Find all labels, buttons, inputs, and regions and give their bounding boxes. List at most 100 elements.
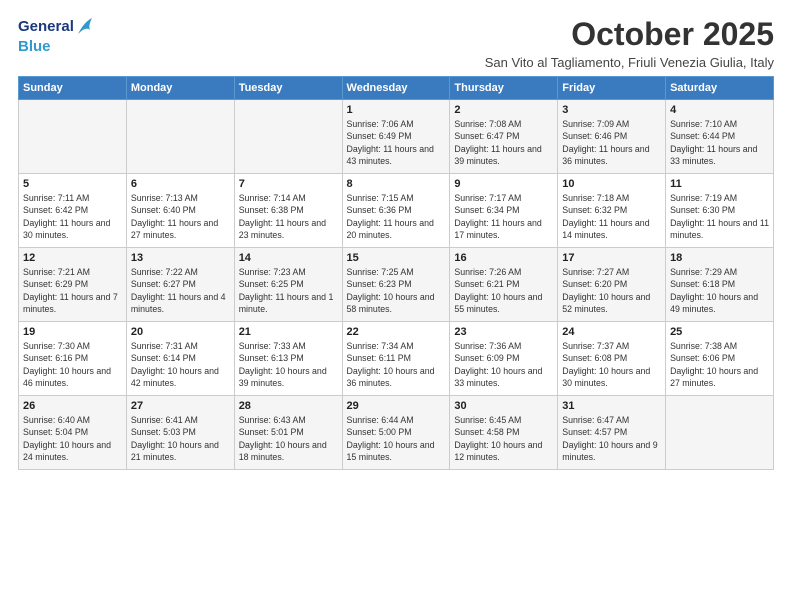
table-row: 9 Sunrise: 7:17 AMSunset: 6:34 PMDaylight… (450, 174, 558, 248)
day-info: Sunrise: 7:31 AMSunset: 6:14 PMDaylight:… (131, 340, 230, 389)
day-number: 25 (670, 326, 769, 338)
title-block: October 2025 San Vito al Tagliamento, Fr… (485, 16, 774, 70)
day-info: Sunrise: 7:06 AMSunset: 6:49 PMDaylight:… (347, 118, 446, 167)
day-number: 23 (454, 326, 553, 338)
day-info: Sunrise: 6:45 AMSunset: 4:58 PMDaylight:… (454, 414, 553, 463)
header-friday: Friday (558, 77, 666, 100)
table-row: 13Sunrise: 7:22 AMSunset: 6:27 PMDayligh… (126, 248, 234, 322)
table-row: 20Sunrise: 7:31 AMSunset: 6:14 PMDayligh… (126, 322, 234, 396)
logo-line2: Blue (18, 38, 94, 56)
table-row (126, 100, 234, 174)
header-wednesday: Wednesday (342, 77, 450, 100)
day-number: 17 (562, 252, 661, 264)
day-number: 11 (670, 178, 769, 190)
table-row: 8 Sunrise: 7:15 AMSunset: 6:36 PMDaylight… (342, 174, 450, 248)
header-monday: Monday (126, 77, 234, 100)
table-row: 15 Sunrise: 7:25 AMSunset: 6:23 PMDayligh… (342, 248, 450, 322)
day-number: 15 (347, 252, 446, 264)
day-number: 27 (131, 400, 230, 412)
day-info: Sunrise: 7:21 AMSunset: 6:29 PMDaylight:… (23, 266, 122, 315)
table-row: 1 Sunrise: 7:06 AMSunset: 6:49 PMDaylight… (342, 100, 450, 174)
day-info: Sunrise: 7:10 AMSunset: 6:44 PMDaylight:… (670, 118, 769, 167)
table-row (19, 100, 127, 174)
day-number: 5 (23, 178, 122, 190)
day-number: 29 (347, 400, 446, 412)
day-info: Sunrise: 7:13 AMSunset: 6:40 PMDaylight:… (131, 192, 230, 241)
day-info: Sunrise: 7:19 AMSunset: 6:30 PMDaylight:… (670, 192, 769, 241)
location-subtitle: San Vito al Tagliamento, Friuli Venezia … (485, 55, 774, 70)
day-info: Sunrise: 6:44 AMSunset: 5:00 PMDaylight:… (347, 414, 446, 463)
day-number: 6 (131, 178, 230, 190)
day-number: 9 (454, 178, 553, 190)
table-row: 26Sunrise: 6:40 AMSunset: 5:04 PMDayligh… (19, 396, 127, 470)
header-sunday: Sunday (19, 77, 127, 100)
header-tuesday: Tuesday (234, 77, 342, 100)
day-number: 22 (347, 326, 446, 338)
calendar-week-0: 1 Sunrise: 7:06 AMSunset: 6:49 PMDaylight… (19, 100, 774, 174)
table-row: 25 Sunrise: 7:38 AMSunset: 6:06 PMDayligh… (666, 322, 774, 396)
day-number: 2 (454, 104, 553, 116)
table-row: 4Sunrise: 7:10 AMSunset: 6:44 PMDaylight… (666, 100, 774, 174)
day-info: Sunrise: 7:08 AMSunset: 6:47 PMDaylight:… (454, 118, 553, 167)
day-number: 30 (454, 400, 553, 412)
day-number: 1 (347, 104, 446, 116)
day-number: 12 (23, 252, 122, 264)
day-number: 13 (131, 252, 230, 264)
table-row: 5 Sunrise: 7:11 AMSunset: 6:42 PMDaylight… (19, 174, 127, 248)
table-row: 16Sunrise: 7:26 AMSunset: 6:21 PMDayligh… (450, 248, 558, 322)
table-row: 21 Sunrise: 7:33 AMSunset: 6:13 PMDayligh… (234, 322, 342, 396)
day-number: 16 (454, 252, 553, 264)
header-thursday: Thursday (450, 77, 558, 100)
calendar-header-row: Sunday Monday Tuesday Wednesday Thursday… (19, 77, 774, 100)
day-info: Sunrise: 7:17 AMSunset: 6:34 PMDaylight:… (454, 192, 553, 241)
day-number: 18 (670, 252, 769, 264)
day-info: Sunrise: 7:15 AMSunset: 6:36 PMDaylight:… (347, 192, 446, 241)
table-row: 24Sunrise: 7:37 AMSunset: 6:08 PMDayligh… (558, 322, 666, 396)
table-row: 22 Sunrise: 7:34 AMSunset: 6:11 PMDayligh… (342, 322, 450, 396)
calendar-week-1: 5 Sunrise: 7:11 AMSunset: 6:42 PMDaylight… (19, 174, 774, 248)
day-info: Sunrise: 7:36 AMSunset: 6:09 PMDaylight:… (454, 340, 553, 389)
day-info: Sunrise: 7:14 AMSunset: 6:38 PMDaylight:… (239, 192, 338, 241)
day-info: Sunrise: 7:11 AMSunset: 6:42 PMDaylight:… (23, 192, 122, 241)
table-row: 28 Sunrise: 6:43 AMSunset: 5:01 PMDayligh… (234, 396, 342, 470)
day-number: 21 (239, 326, 338, 338)
day-number: 26 (23, 400, 122, 412)
table-row: 7 Sunrise: 7:14 AMSunset: 6:38 PMDaylight… (234, 174, 342, 248)
table-row: 30 Sunrise: 6:45 AMSunset: 4:58 PMDayligh… (450, 396, 558, 470)
day-info: Sunrise: 7:25 AMSunset: 6:23 PMDaylight:… (347, 266, 446, 315)
table-row: 2 Sunrise: 7:08 AMSunset: 6:47 PMDaylight… (450, 100, 558, 174)
day-info: Sunrise: 6:43 AMSunset: 5:01 PMDaylight:… (239, 414, 338, 463)
day-number: 19 (23, 326, 122, 338)
calendar-table: Sunday Monday Tuesday Wednesday Thursday… (18, 76, 774, 470)
day-info: Sunrise: 7:38 AMSunset: 6:06 PMDaylight:… (670, 340, 769, 389)
day-info: Sunrise: 7:30 AMSunset: 6:16 PMDaylight:… (23, 340, 122, 389)
calendar-week-3: 19 Sunrise: 7:30 AMSunset: 6:16 PMDayligh… (19, 322, 774, 396)
day-number: 28 (239, 400, 338, 412)
day-number: 8 (347, 178, 446, 190)
table-row: 27 Sunrise: 6:41 AMSunset: 5:03 PMDayligh… (126, 396, 234, 470)
calendar-week-2: 12 Sunrise: 7:21 AMSunset: 6:29 PMDayligh… (19, 248, 774, 322)
logo: General Blue (18, 16, 94, 56)
table-row: 12 Sunrise: 7:21 AMSunset: 6:29 PMDayligh… (19, 248, 127, 322)
table-row: 19 Sunrise: 7:30 AMSunset: 6:16 PMDayligh… (19, 322, 127, 396)
day-number: 7 (239, 178, 338, 190)
day-info: Sunrise: 7:33 AMSunset: 6:13 PMDaylight:… (239, 340, 338, 389)
day-info: Sunrise: 7:27 AMSunset: 6:20 PMDaylight:… (562, 266, 661, 315)
calendar-week-4: 26Sunrise: 6:40 AMSunset: 5:04 PMDayligh… (19, 396, 774, 470)
table-row: 3Sunrise: 7:09 AMSunset: 6:46 PMDaylight… (558, 100, 666, 174)
table-row: 29 Sunrise: 6:44 AMSunset: 5:00 PMDayligh… (342, 396, 450, 470)
table-row (234, 100, 342, 174)
table-row: 23 Sunrise: 7:36 AMSunset: 6:09 PMDayligh… (450, 322, 558, 396)
day-info: Sunrise: 7:34 AMSunset: 6:11 PMDaylight:… (347, 340, 446, 389)
day-number: 10 (562, 178, 661, 190)
header: General Blue October 2025 San Vito al Ta… (18, 16, 774, 70)
table-row: 17 Sunrise: 7:27 AMSunset: 6:20 PMDayligh… (558, 248, 666, 322)
day-info: Sunrise: 7:23 AMSunset: 6:25 PMDaylight:… (239, 266, 338, 315)
day-info: Sunrise: 6:47 AMSunset: 4:57 PMDaylight:… (562, 414, 661, 463)
day-info: Sunrise: 7:37 AMSunset: 6:08 PMDaylight:… (562, 340, 661, 389)
day-info: Sunrise: 6:41 AMSunset: 5:03 PMDaylight:… (131, 414, 230, 463)
logo-line1: General (18, 16, 94, 38)
day-number: 14 (239, 252, 338, 264)
day-number: 3 (562, 104, 661, 116)
logo-bird-icon (76, 16, 94, 38)
